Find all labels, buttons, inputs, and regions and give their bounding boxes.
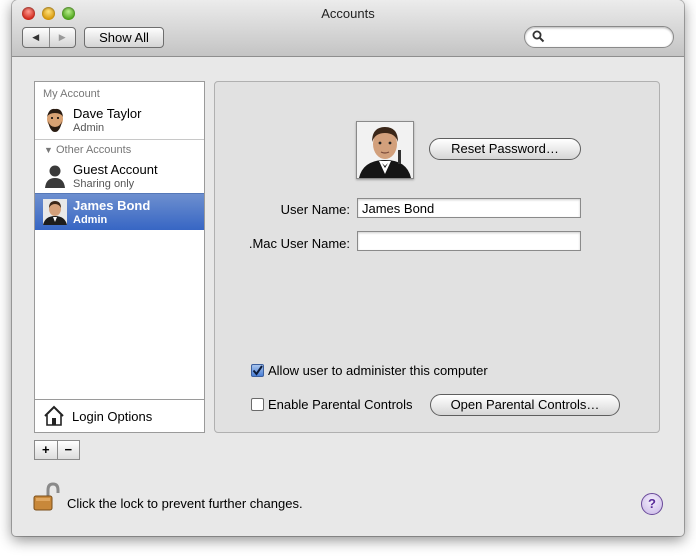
checkmark-icon <box>252 365 263 376</box>
help-button[interactable]: ? <box>641 493 663 515</box>
add-remove-control: + − <box>34 440 80 460</box>
parental-controls-label[interactable]: Enable Parental Controls <box>268 397 413 412</box>
open-parental-controls-button[interactable]: Open Parental Controls… <box>430 394 620 416</box>
bond-avatar-icon <box>43 199 67 225</box>
account-dave-taylor[interactable]: Dave Taylor Admin <box>35 102 204 138</box>
reset-password-button[interactable]: Reset Password… <box>429 138 581 160</box>
add-account-button[interactable]: + <box>35 441 57 459</box>
title-bar: Accounts ◀ ▶ Show All <box>12 0 684 57</box>
guest-silhouette-icon <box>45 165 65 188</box>
allow-admin-label[interactable]: Allow user to administer this computer <box>268 363 488 378</box>
other-accounts-header[interactable]: ▼ Other Accounts <box>44 144 131 156</box>
back-button[interactable]: ◀ <box>23 28 49 47</box>
account-name: Dave Taylor <box>73 106 142 121</box>
account-guest[interactable]: Guest Account Sharing only <box>35 158 204 194</box>
search-field[interactable] <box>524 26 674 48</box>
allow-admin-checkbox[interactable] <box>251 364 264 377</box>
user-name-label: User Name: <box>280 202 350 217</box>
section-divider <box>35 139 204 140</box>
nav-segment: ◀ ▶ <box>22 27 76 48</box>
search-icon <box>532 30 545 43</box>
account-role: Sharing only <box>73 178 135 190</box>
other-accounts-label: Other Accounts <box>55 144 132 156</box>
user-name-field[interactable]: James Bond <box>357 198 581 218</box>
dave-avatar-icon <box>43 107 67 133</box>
account-name: Guest Account <box>73 162 158 177</box>
bond-portrait-icon <box>357 122 413 178</box>
account-role: Admin <box>73 122 105 134</box>
user-picture[interactable] <box>356 121 414 179</box>
window-title: Accounts <box>321 6 375 21</box>
account-james-bond[interactable]: James Bond Admin <box>35 193 204 230</box>
my-account-header: My Account <box>43 88 100 100</box>
login-options-row[interactable]: Login Options <box>35 399 204 433</box>
mac-user-name-field[interactable] <box>357 231 581 251</box>
parental-controls-checkbox[interactable] <box>251 398 264 411</box>
mac-user-name-label: .Mac User Name: <box>248 236 350 251</box>
login-options-label: Login Options <box>72 409 153 424</box>
account-detail-panel: Reset Password… User Name: James Bond .M… <box>214 81 660 433</box>
account-role: Admin <box>73 214 108 226</box>
show-all-button[interactable]: Show All <box>84 27 164 48</box>
account-name: James Bond <box>73 198 151 213</box>
forward-button[interactable]: ▶ <box>48 28 76 47</box>
accounts-list: My Account Dave Taylor Admin ▼ Other Acc… <box>34 81 205 433</box>
unlocked-lock-icon[interactable] <box>32 482 60 512</box>
remove-account-button[interactable]: − <box>56 441 80 459</box>
lock-message: Click the lock to prevent further change… <box>67 496 303 511</box>
accounts-window: Accounts ◀ ▶ Show All My Account Dave Ta… <box>12 0 684 536</box>
house-icon <box>44 405 64 426</box>
disclosure-triangle-icon: ▼ <box>44 145 53 155</box>
